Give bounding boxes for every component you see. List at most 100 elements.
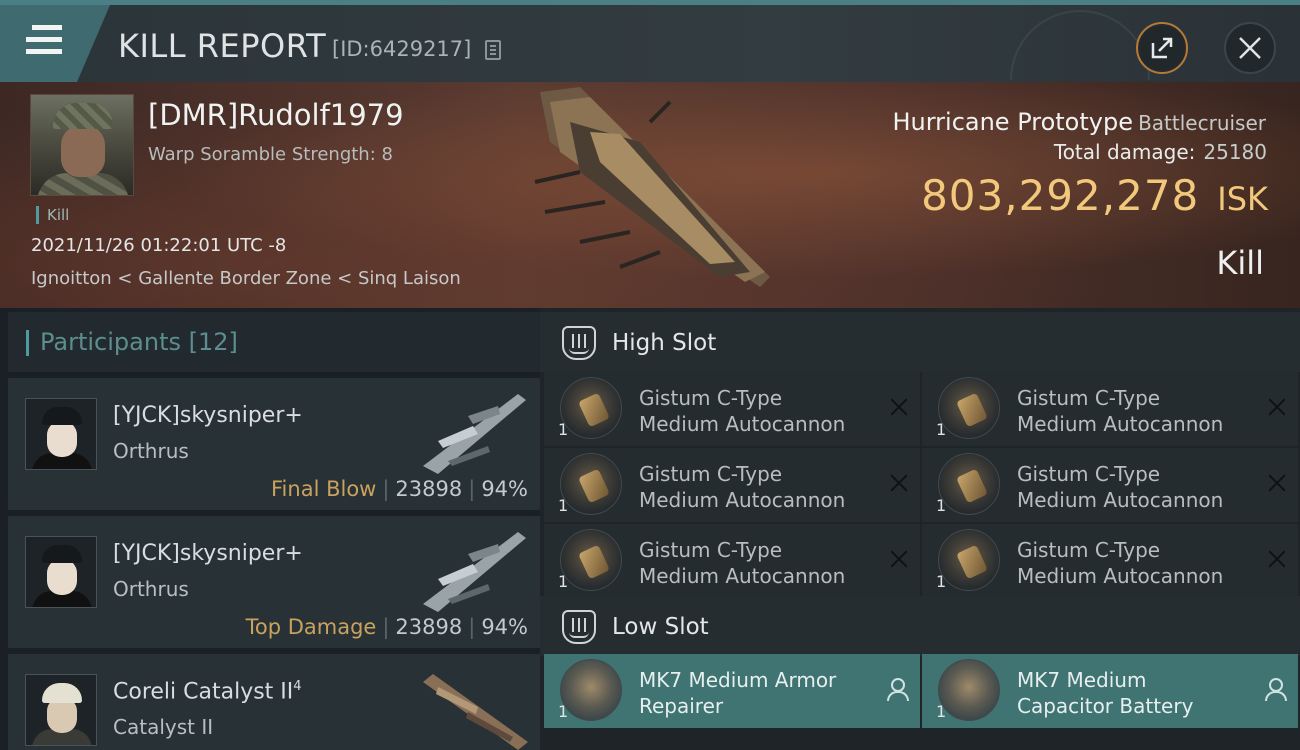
page-title: KILL REPORT [118, 27, 327, 65]
module-quantity: 1 [936, 572, 947, 591]
participant-damage: 23898 [395, 477, 463, 501]
autocannon-icon [560, 377, 622, 439]
low-slot-icon [562, 610, 596, 644]
participant-ship-image [423, 674, 528, 750]
victim-ship-name[interactable]: Hurricane Prototype [892, 108, 1133, 136]
victim-name[interactable]: [DMR]Rudolf1979 [148, 98, 404, 132]
victim-subtitle: Warp Soramble Strength: 8 [148, 144, 393, 165]
isk-value-line: 803,292,278 ISK [921, 171, 1268, 220]
participants-title: Participants [12] [40, 328, 238, 356]
armor-repairer-icon [560, 659, 622, 721]
report-id: [ID:6429217] [332, 37, 472, 61]
dropped-icon [886, 678, 909, 701]
total-damage-value: 25180 [1203, 140, 1267, 164]
module-quantity: 1 [558, 496, 569, 515]
participant-name-sup: 4 [293, 679, 302, 694]
participant-ship-image [423, 532, 526, 612]
hamburger-icon [26, 25, 62, 59]
participant-card[interactable]: Coreli Catalyst II4 Catalyst II [8, 654, 540, 750]
module-quantity: 1 [936, 420, 947, 439]
participants-header: Participants [12] [8, 312, 540, 372]
high-slot-header: High Slot [540, 312, 1300, 372]
participant-ship: Catalyst II [113, 715, 214, 739]
victim-ship: Hurricane Prototype Battlecruiser [892, 108, 1266, 136]
module-quantity: 1 [558, 702, 569, 721]
capacitor-battery-icon [938, 659, 1000, 721]
module-name: Gistum C-Type Medium Autocannon [639, 538, 846, 588]
participant-role: Final Blow [271, 477, 377, 501]
participant-card[interactable]: [YJCK]skysniper+ Orthrus Final Blow | 2389… [8, 378, 540, 510]
module-name: Gistum C-Type Medium Autocannon [1017, 538, 1224, 588]
low-slot-title: Low Slot [612, 614, 709, 640]
destroyed-icon [1268, 474, 1286, 492]
menu-button[interactable] [0, 5, 110, 82]
module-name: Gistum C-Type Medium Autocannon [639, 386, 846, 436]
avatar [25, 674, 97, 746]
module-item[interactable]: 1 MK7 Medium Armor Repairer [544, 654, 920, 728]
isk-unit: ISK [1217, 180, 1268, 218]
destroyed-icon [1268, 550, 1286, 568]
victim-portrait[interactable] [30, 94, 134, 196]
participant-name: [YJCK]skysniper+ [113, 541, 303, 566]
avatar [25, 398, 97, 470]
participant-name-text: Coreli Catalyst II [113, 679, 294, 705]
participant-damage: 23898 [395, 615, 463, 639]
participant-ship: Orthrus [113, 577, 189, 601]
module-quantity: 1 [558, 420, 569, 439]
module-quantity: 1 [936, 702, 947, 721]
module-item[interactable]: 1 Gistum C-Type Medium Autocannon [922, 524, 1298, 598]
module-name: Gistum C-Type Medium Autocannon [1017, 462, 1224, 512]
low-slot-header: Low Slot [540, 596, 1300, 656]
participant-stats: Final Blow | 23898 | 94% [271, 477, 528, 501]
top-bar: KILL REPORT [ID:6429217] [0, 0, 1300, 82]
autocannon-icon [938, 529, 1000, 591]
participant-name: [YJCK]skysniper+ [113, 403, 303, 428]
dropped-icon [1264, 678, 1287, 701]
isk-value: 803,292,278 [921, 171, 1200, 220]
module-item[interactable]: 1 Gistum C-Type Medium Autocannon [922, 448, 1298, 522]
participant-card[interactable]: [YJCK]skysniper+ Orthrus Top Damage | 2389… [8, 516, 540, 648]
module-item[interactable]: 1 Gistum C-Type Medium Autocannon [922, 372, 1298, 446]
fittings-panel: High Slot 1 Gistum C-Type Medium Autocann… [540, 308, 1300, 750]
destroyed-icon [890, 550, 908, 568]
total-damage-label: Total damage: [1053, 140, 1196, 164]
victim-ship-class: Battlecruiser [1138, 111, 1266, 135]
total-damage: Total damage: 25180 [1054, 140, 1267, 164]
high-slot-icon [562, 326, 596, 360]
kill-location: Ignoitton < Gallente Border Zone < Sinq … [31, 268, 461, 289]
module-name: MK7 Medium Armor Repairer [639, 668, 837, 718]
module-quantity: 1 [558, 572, 569, 591]
kill-timestamp: 2021/11/26 01:22:01 UTC -8 [31, 235, 287, 256]
close-button[interactable] [1224, 22, 1276, 74]
module-item[interactable]: 1 Gistum C-Type Medium Autocannon [544, 372, 920, 446]
participant-percent: 94% [481, 615, 528, 639]
destroyed-icon [890, 398, 908, 416]
participants-count: [12] [188, 328, 238, 356]
share-button[interactable] [1136, 22, 1188, 74]
participant-ship-image [423, 394, 526, 474]
autocannon-icon [560, 529, 622, 591]
participants-title-text: Participants [40, 328, 181, 356]
participant-stats: Top Damage | 23898 | 94% [245, 615, 528, 639]
accent-bar [26, 330, 29, 356]
kill-tag: Kill [36, 206, 69, 224]
module-name: MK7 Medium Capacitor Battery [1017, 668, 1194, 718]
module-item[interactable]: 1 Gistum C-Type Medium Autocannon [544, 448, 920, 522]
participant-percent: 94% [481, 477, 528, 501]
destroyed-icon [1268, 398, 1286, 416]
participant-role: Top Damage [245, 615, 377, 639]
share-icon [1151, 37, 1173, 59]
avatar [25, 536, 97, 608]
copy-icon[interactable] [485, 40, 501, 60]
module-name: Gistum C-Type Medium Autocannon [639, 462, 846, 512]
module-item[interactable]: 1 Gistum C-Type Medium Autocannon [544, 524, 920, 598]
participant-ship: Orthrus [113, 439, 189, 463]
autocannon-icon [560, 453, 622, 515]
result-label: Kill [1216, 244, 1264, 282]
module-item[interactable]: 1 MK7 Medium Capacitor Battery [922, 654, 1298, 728]
victim-ship-image[interactable] [520, 82, 790, 308]
module-quantity: 1 [936, 496, 947, 515]
participant-name: Coreli Catalyst II4 [113, 679, 302, 704]
close-icon [1239, 37, 1261, 59]
participants-panel: Participants [12] [YJCK]skysniper+ Orthr… [0, 308, 540, 750]
